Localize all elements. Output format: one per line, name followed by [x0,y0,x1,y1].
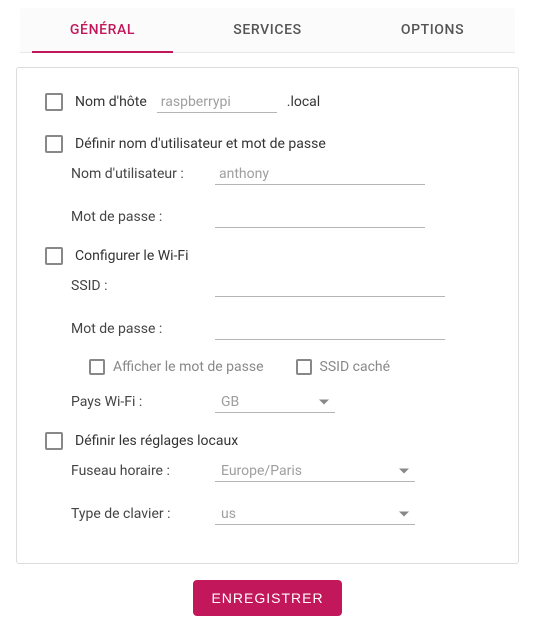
locale-block: Fuseau horaire : Europe/Paris Type de cl… [41,461,494,525]
wifi-label: Configurer le Wi-Fi [75,248,189,264]
wifi-block: SSID : Mot de passe : Afficher le mot de… [41,276,494,413]
timezone-value: Europe/Paris [221,463,302,479]
userpass-label: Définir nom d'utilisateur et mot de pass… [75,136,326,152]
save-row: ENREGISTRER [16,580,519,616]
chevron-down-icon [399,469,409,474]
chevron-down-icon [319,400,329,405]
userpass-block: Nom d'utilisateur : Mot de passe : [41,164,494,228]
ssid-input[interactable] [215,276,445,297]
keyboard-value: us [221,506,236,522]
password-input[interactable] [215,207,425,228]
hostname-row: Nom d'hôte .local [41,90,494,114]
save-button[interactable]: ENREGISTRER [193,580,341,616]
timezone-label: Fuseau horaire : [71,463,199,482]
settings-panel: Nom d'hôte .local Définir nom d'utilisat… [16,67,519,564]
username-input[interactable] [215,164,425,185]
userpass-checkbox[interactable] [45,135,63,153]
hostname-checkbox[interactable] [45,93,63,111]
keyboard-label: Type de clavier : [71,506,199,525]
password-label: Mot de passe : [71,209,199,228]
wifi-country-label: Pays Wi-Fi : [71,394,199,413]
hidden-ssid-checkbox[interactable] [296,359,312,375]
wifi-row: Configurer le Wi-Fi [41,244,494,268]
userpass-row: Définir nom d'utilisateur et mot de pass… [41,132,494,156]
hidden-ssid-label: SSID caché [320,359,391,375]
ssid-label: SSID : [71,278,199,297]
hidden-ssid-row: SSID caché [292,356,391,378]
wifi-password-input[interactable] [215,319,445,340]
hostname-input[interactable] [157,92,277,113]
show-password-row: Afficher le mot de passe [85,356,264,378]
wifi-password-label: Mot de passe : [71,321,199,340]
wifi-country-select[interactable]: GB [215,392,335,413]
tab-services[interactable]: SERVICES [185,8,350,52]
chevron-down-icon [399,512,409,517]
hostname-suffix: .local [287,94,320,110]
show-password-label: Afficher le mot de passe [113,359,264,375]
keyboard-select[interactable]: us [215,504,415,525]
tab-general[interactable]: GÉNÉRAL [20,8,185,52]
username-label: Nom d'utilisateur : [71,166,199,185]
hostname-label: Nom d'hôte [75,94,147,110]
locale-checkbox[interactable] [45,432,63,450]
wifi-checkbox[interactable] [45,247,63,265]
tab-options[interactable]: OPTIONS [350,8,515,52]
show-password-checkbox[interactable] [89,359,105,375]
wifi-country-value: GB [221,394,239,410]
locale-label: Définir les réglages locaux [75,433,238,449]
timezone-select[interactable]: Europe/Paris [215,461,415,482]
locale-row: Définir les réglages locaux [41,429,494,453]
tabs: GÉNÉRAL SERVICES OPTIONS [20,8,515,53]
